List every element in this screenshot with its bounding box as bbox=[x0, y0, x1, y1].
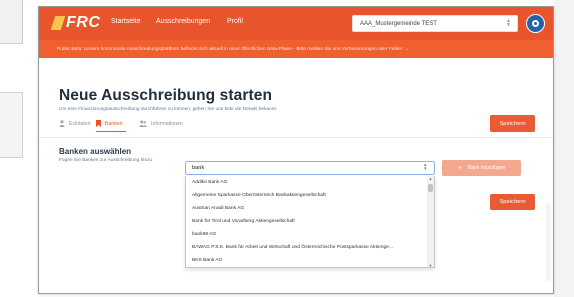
tenant-select[interactable]: AAA_Mustergemeinde TEST ▲ ▼ bbox=[352, 15, 518, 32]
scroll-down-icon[interactable]: ▼ bbox=[428, 263, 433, 267]
logo-text: FRC bbox=[66, 14, 101, 31]
bank-option[interactable]: Bank für Tirol und Vorarlberg Aktiengese… bbox=[186, 215, 434, 228]
save-button-top[interactable]: Speichern bbox=[490, 115, 535, 132]
add-bank-button[interactable]: + Bank hinzufügen bbox=[442, 160, 521, 176]
app-logo[interactable]: FRC bbox=[50, 13, 101, 33]
bank-option[interactable]: BKS Bank AG bbox=[186, 254, 434, 267]
banks-section-description: Fügen Sie Banken zur Ausschreibung hinzu bbox=[59, 158, 153, 163]
add-bank-label: Bank hinzufügen bbox=[467, 165, 506, 171]
page-title: Neue Ausschreibung starten bbox=[59, 87, 273, 104]
nav-link-ausschreibungen[interactable]: Ausschreibungen bbox=[156, 18, 210, 25]
page-scrollbar[interactable] bbox=[546, 203, 551, 281]
banks-section-title: Banken auswählen bbox=[59, 147, 132, 156]
bank-option[interactable]: Allgemeine Sparkasse Oberösterreich Bank… bbox=[186, 189, 434, 202]
bank-option[interactable]: BAWAG P.S.K. Bank für Arbeit und Wirtsch… bbox=[186, 241, 434, 254]
select-arrows-icon: ▲ ▼ bbox=[506, 18, 511, 28]
user-account-button[interactable] bbox=[526, 14, 545, 33]
browser-window: FRC Startseite Ausschreibungen Profil AA… bbox=[38, 6, 554, 294]
tab-banken[interactable]: Banken bbox=[96, 120, 123, 127]
tab-label: Informationen bbox=[151, 120, 183, 127]
background-window-edge bbox=[0, 92, 23, 158]
nav-link-startseite[interactable]: Startseite bbox=[111, 18, 141, 25]
bank-option[interactable]: Addiko Bank AG bbox=[186, 176, 434, 189]
bank-search-input[interactable] bbox=[185, 161, 435, 175]
nav-link-profil[interactable]: Profil bbox=[227, 18, 243, 25]
save-button-bottom[interactable]: Speichern bbox=[490, 194, 535, 210]
scroll-up-icon[interactable]: ▲ bbox=[428, 176, 433, 181]
logo-mark-icon bbox=[50, 16, 66, 30]
beta-banner[interactable]: Public Beta: Unsere kommunale Ausschreib… bbox=[39, 40, 553, 58]
bookmark-icon bbox=[96, 120, 101, 127]
beta-banner-text: Public Beta: Unsere kommunale Ausschreib… bbox=[57, 46, 409, 52]
section-divider bbox=[39, 137, 553, 138]
tab-label: Banken bbox=[105, 120, 123, 127]
background-window-edge bbox=[0, 0, 23, 44]
active-tab-indicator bbox=[96, 131, 126, 132]
tab-informationen[interactable]: Informationen bbox=[139, 120, 183, 127]
people-icon bbox=[139, 120, 147, 127]
background-margin bbox=[554, 0, 574, 297]
tab-label: Eckdaten bbox=[69, 120, 91, 127]
bank-dropdown-list[interactable]: Addiko Bank AG Allgemeine Sparkasse Ober… bbox=[185, 176, 435, 268]
bank-option[interactable]: bank99 AG bbox=[186, 228, 434, 241]
page-subtitle: Um eine Finanzierungsausschreibung durch… bbox=[59, 107, 278, 112]
top-navbar: FRC Startseite Ausschreibungen Profil AA… bbox=[39, 7, 553, 40]
plus-icon: + bbox=[457, 164, 462, 172]
tab-eckdaten[interactable]: Eckdaten bbox=[59, 120, 91, 127]
tenant-select-value: AAA_Mustergemeinde TEST bbox=[360, 20, 437, 27]
bank-option[interactable]: Austrian Anadi Bank AG bbox=[186, 202, 434, 215]
select-arrows-icon: ▲ ▼ bbox=[423, 162, 428, 171]
dropdown-scrollbar[interactable]: ▲ ▼ bbox=[427, 176, 434, 267]
dropdown-scroll-thumb[interactable] bbox=[428, 184, 433, 192]
person-icon bbox=[59, 120, 65, 127]
